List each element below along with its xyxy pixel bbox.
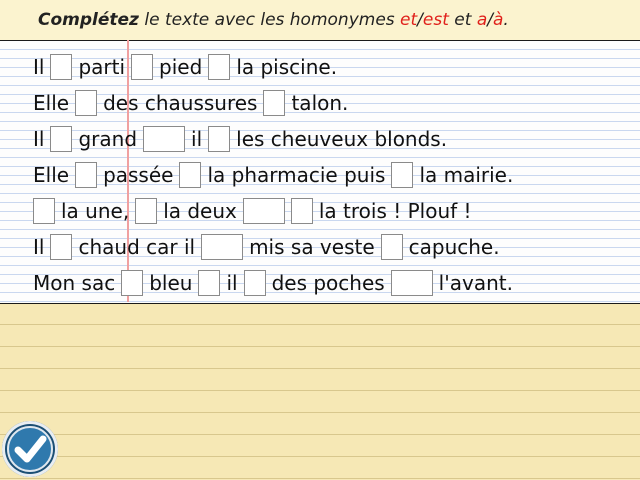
sentence-text: Elle: [33, 163, 70, 187]
answer-blank[interactable]: [179, 162, 202, 188]
answer-blank[interactable]: [143, 126, 186, 152]
sentence-2: Elle des chaussures talon.: [33, 88, 354, 118]
sentence-text: Il: [33, 55, 45, 79]
sentence-text: l'avant.: [438, 271, 513, 295]
homonym-a: a: [476, 10, 488, 30]
answer-blank[interactable]: [208, 54, 231, 80]
sentence-text: il: [191, 127, 203, 151]
answer-blank[interactable]: [201, 234, 244, 260]
answer-blank[interactable]: [135, 198, 158, 224]
instruction-text: Complétez le texte avec les homonymes et…: [38, 10, 509, 30]
sentence-5: la une, la deux la trois ! Plouf !: [33, 196, 478, 226]
answer-blank[interactable]: [242, 198, 285, 224]
sentence-text: pied: [159, 55, 203, 79]
answer-blank[interactable]: [380, 234, 403, 260]
sentence-text: Elle: [33, 91, 70, 115]
sentence-text: la piscine.: [236, 55, 338, 79]
homonym-et: et: [400, 10, 418, 30]
sentence-text: passée: [103, 163, 174, 187]
sentence-text: la trois ! Plouf !: [318, 199, 472, 223]
sentence-text: la une,: [61, 199, 130, 223]
answer-blank[interactable]: [50, 54, 73, 80]
sentence-4: Elle passée la pharmacie puis la mairie.: [33, 160, 519, 190]
sentence-text: des poches: [271, 271, 385, 295]
sentence-6: Il chaud car il mis sa veste capuche.: [33, 232, 506, 262]
sentence-3: Il grand il les cheuveux blonds.: [33, 124, 453, 154]
answer-blank[interactable]: [243, 270, 266, 296]
answer-blank[interactable]: [33, 198, 55, 224]
sentence-text: chaud car il: [78, 235, 196, 259]
sentence-text: la pharmacie puis: [207, 163, 386, 187]
answer-blank[interactable]: [208, 126, 231, 152]
sentence-text: mis sa veste: [249, 235, 375, 259]
answer-blank[interactable]: [263, 90, 286, 116]
check-button[interactable]: [2, 421, 58, 477]
check-button-face: [7, 426, 53, 472]
sentence-text: bleu: [149, 271, 193, 295]
answer-blank[interactable]: [121, 270, 144, 296]
answer-blank[interactable]: [131, 54, 154, 80]
lower-paper: [0, 303, 640, 480]
instruction-and: et: [448, 10, 477, 30]
sentence-text: des chaussures: [103, 91, 258, 115]
sentence-text: parti: [78, 55, 126, 79]
instruction-verb: Complétez: [38, 10, 139, 30]
sentence-7: Mon sac bleu il des poches l'avant.: [33, 268, 519, 298]
homonym-a-accent: à: [492, 10, 504, 30]
answer-blank[interactable]: [290, 198, 313, 224]
answer-blank[interactable]: [390, 270, 433, 296]
homonym-est: est: [422, 10, 449, 30]
sentence-text: la deux: [163, 199, 237, 223]
sentence-1: Il parti pied la piscine.: [33, 52, 343, 82]
sentence-text: grand: [78, 127, 138, 151]
sentence-text: il: [226, 271, 238, 295]
answer-blank[interactable]: [75, 90, 98, 116]
sentence-text: Il: [33, 235, 45, 259]
sentence-text: Il: [33, 127, 45, 151]
sentence-text: la mairie.: [419, 163, 514, 187]
sentence-text: talon.: [291, 91, 349, 115]
answer-blank[interactable]: [391, 162, 414, 188]
answer-blank[interactable]: [75, 162, 98, 188]
answer-blank[interactable]: [50, 126, 73, 152]
check-icon: [14, 435, 47, 463]
sentence-text: capuche.: [408, 235, 500, 259]
sentence-text: les cheuveux blonds.: [236, 127, 448, 151]
sentence-text: Mon sac: [33, 271, 116, 295]
instruction-period: .: [503, 10, 509, 30]
instruction-bar: Complétez le texte avec les homonymes et…: [0, 0, 640, 41]
instruction-body: le texte avec les homonymes: [138, 10, 401, 30]
answer-blank[interactable]: [50, 234, 73, 260]
answer-blank[interactable]: [198, 270, 221, 296]
